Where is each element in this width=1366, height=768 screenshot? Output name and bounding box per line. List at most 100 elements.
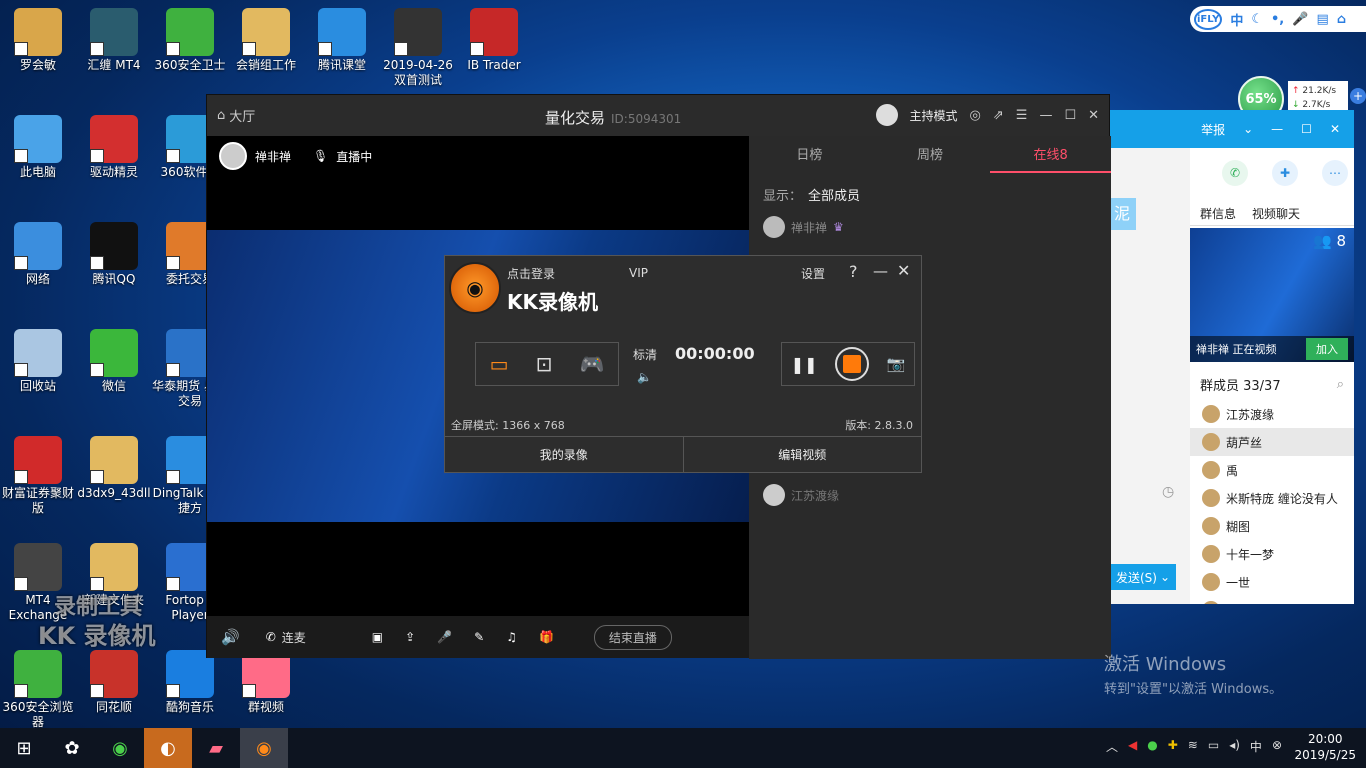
home-label[interactable]: 大厅 (229, 106, 255, 125)
chevron-down-icon[interactable]: ⌄ (1160, 570, 1170, 584)
more-icon[interactable]: ⋯ (1322, 160, 1348, 186)
phone-icon[interactable]: ✆ (266, 630, 276, 644)
ifly-lang-toggle[interactable]: 中 (1230, 10, 1243, 29)
member-row[interactable]: 禅非禅 ♛ (749, 216, 1111, 238)
my-recordings-button[interactable]: 我的录像 (445, 437, 684, 472)
target-icon[interactable]: ◎ (970, 108, 981, 123)
edit-icon[interactable]: ✎ (474, 630, 484, 644)
clock-icon[interactable]: ◷ (1162, 484, 1174, 500)
desktop-icon-2[interactable]: 360安全卫士 (152, 8, 228, 73)
home-icon[interactable]: ⌂ (217, 108, 225, 123)
fullscreen-mode-icon[interactable]: ▭ (490, 352, 509, 376)
shirt-icon[interactable]: ⌂ (1337, 12, 1346, 27)
desktop-icon-17[interactable]: d3dx9_43dll (76, 436, 152, 501)
host-mode-label[interactable]: 主持模式 (910, 107, 958, 124)
desktop-icon-3[interactable]: 会销组工作 (228, 8, 304, 73)
list-item[interactable]: 十年一梦 (1190, 540, 1354, 568)
region-mode-icon[interactable]: ⊡ (536, 352, 553, 376)
desktop-icon-1[interactable]: 汇缠 MT4 (76, 8, 152, 73)
desktop-icon-11[interactable]: 腾讯QQ (76, 222, 152, 287)
card-icon[interactable]: ▤ (1316, 12, 1328, 27)
external-link-icon[interactable]: ⇗ (993, 108, 1004, 123)
moon-icon[interactable]: ☾ (1251, 12, 1263, 27)
close-circle-icon[interactable]: ⊗ (1272, 738, 1282, 755)
desktop-icon-25[interactable]: 群视频 (228, 650, 304, 715)
minimize-icon[interactable]: — (873, 262, 888, 280)
settings-link[interactable]: 设置 (801, 265, 825, 282)
login-link[interactable]: 点击登录 (507, 265, 555, 282)
vip-badge[interactable]: VIP (629, 266, 648, 280)
member-list[interactable]: 江苏渡缘葫芦丝禹米斯特庞 缠论没有人糊图十年一梦一世淡定 (1190, 400, 1354, 604)
quality-select[interactable]: 标清 (633, 346, 657, 363)
speed-plus-icon[interactable]: + (1350, 88, 1366, 104)
desktop-icon-23[interactable]: 同花顺 (76, 650, 152, 715)
mic-icon[interactable]: 🎤 (1292, 12, 1308, 27)
list-item[interactable]: 糊图 (1190, 512, 1354, 540)
maximize-icon[interactable]: ☐ (1064, 108, 1076, 123)
wifi-icon[interactable]: ≋ (1188, 738, 1198, 755)
desktop-icon-22[interactable]: 360安全浏览器 (0, 650, 76, 730)
360-browser-taskbar-icon[interactable]: ◉ (96, 728, 144, 768)
end-live-button[interactable]: 结束直播 (593, 624, 672, 650)
chevron-up-icon[interactable]: ︿ (1106, 738, 1118, 755)
group-video-taskbar-icon[interactable]: ▰ (192, 728, 240, 768)
close-icon[interactable]: ✕ (897, 261, 910, 280)
volume-icon[interactable]: 🔈 (637, 370, 652, 384)
gift-icon[interactable]: 🎁 (539, 630, 554, 644)
settings-app-icon[interactable]: ✿ (48, 728, 96, 768)
desktop-icon-16[interactable]: 财富证券聚财版 (0, 436, 76, 516)
share-screen-icon[interactable]: ✚ (1272, 160, 1298, 186)
phone-call-icon[interactable]: ✆ (1222, 160, 1248, 186)
volume-icon[interactable]: 🔊 (221, 628, 240, 646)
edit-video-button[interactable]: 编辑视频 (684, 437, 922, 472)
minimize-icon[interactable]: — (1039, 108, 1052, 123)
360-tray-icon[interactable]: ● (1147, 738, 1157, 755)
avatar-app-icon[interactable]: ◐ (144, 728, 192, 768)
tab-video-chat[interactable]: 视频聊天 (1252, 205, 1300, 222)
ifly-toolbar[interactable]: iFLY 中 ☾ •, 🎤 ▤ ⌂ (1190, 6, 1366, 32)
windows-start-icon[interactable]: ⊞ (0, 728, 48, 768)
tab-group-info[interactable]: 群信息 (1200, 205, 1236, 222)
list-item[interactable]: 一世 (1190, 568, 1354, 596)
ime-icon[interactable]: 中 (1250, 738, 1262, 755)
tab-online[interactable]: 在线8 (990, 136, 1112, 173)
desktop-icon-4[interactable]: 腾讯课堂 (304, 8, 380, 73)
send-button[interactable]: 发送(S) ⌄ (1110, 564, 1176, 590)
desktop-icon-5[interactable]: 2019-04-26 双首测试 (380, 8, 456, 88)
music-icon[interactable]: ♫ (506, 630, 517, 644)
list-item[interactable]: 禹 (1190, 456, 1354, 484)
desktop-icon-14[interactable]: 微信 (76, 329, 152, 394)
mute-icon[interactable]: ◀ (1128, 738, 1137, 755)
clock-time[interactable]: 20:00 (1294, 731, 1356, 747)
menu-icon[interactable]: ☰ (1016, 108, 1028, 123)
close-icon[interactable]: ✕ (1088, 108, 1099, 123)
desktop-icon-7[interactable]: 此电脑 (0, 115, 76, 180)
plus-tray-icon[interactable]: ✚ (1168, 738, 1178, 755)
list-item[interactable]: 江苏渡缘 (1190, 400, 1354, 428)
member-row[interactable]: 江苏渡缘 (749, 484, 853, 506)
desktop-icon-13[interactable]: 回收站 (0, 329, 76, 394)
list-item[interactable]: 淡定 (1190, 596, 1354, 604)
minimize-icon[interactable]: — (1271, 122, 1283, 136)
desktop-icon-24[interactable]: 酷狗音乐 (152, 650, 228, 715)
desktop-icon-10[interactable]: 网络 (0, 222, 76, 287)
mic-icon[interactable]: 🎤 (437, 630, 452, 644)
game-mode-icon[interactable]: 🎮 (580, 352, 605, 376)
search-icon[interactable]: ⌕ (1337, 377, 1344, 392)
tab-weekly[interactable]: 周榜 (870, 136, 991, 173)
volume-icon[interactable]: ◂) (1229, 738, 1240, 755)
pause-icon[interactable]: ❚❚ (791, 355, 818, 374)
desktop-icon-0[interactable]: 罗会敏 (0, 8, 76, 73)
call-button[interactable]: 连麦 (282, 629, 306, 646)
stop-record-button[interactable] (835, 347, 870, 381)
report-link[interactable]: 举报 (1201, 121, 1225, 138)
qq-group-window[interactable]: 举报 ⌄ — ☐ ✕ 泥 ✆ ✚ ⋯ 群信息 视频聊天 👥 8 禅非禅 正在视频… (1110, 110, 1354, 604)
camera-off-icon[interactable]: ▣ (372, 630, 383, 644)
list-item[interactable]: 葫芦丝 (1190, 428, 1354, 456)
tab-daily[interactable]: 日榜 (749, 136, 870, 173)
list-item[interactable]: 米斯特庞 缠论没有人 (1190, 484, 1354, 512)
display-filter[interactable]: 全部成员 (808, 185, 860, 204)
share-icon[interactable]: ⇪ (405, 630, 415, 644)
close-icon[interactable]: ✕ (1330, 122, 1340, 136)
desktop-icon-6[interactable]: IB Trader (456, 8, 532, 73)
